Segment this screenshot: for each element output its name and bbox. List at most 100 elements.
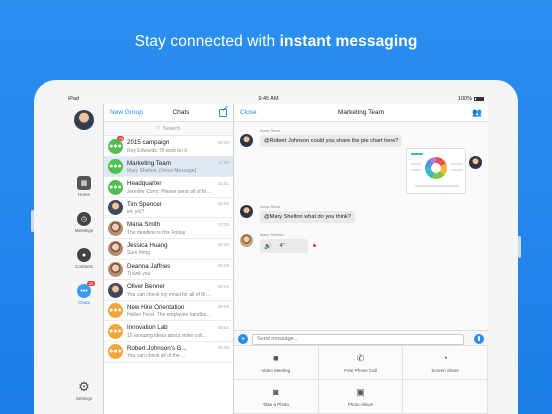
chat-row[interactable]: ●●● Robert Johnson's G... You can check al…	[104, 342, 233, 363]
conversation-title: Marketing Team	[337, 109, 385, 116]
action-screen-share[interactable]: ◔ Screen Share	[403, 346, 488, 380]
chat-preview: lol, y/n?	[127, 209, 145, 216]
message-sender: Anna Shea	[260, 204, 280, 209]
chat-name: Innovation Lab	[127, 324, 168, 332]
voice-duration: 4"	[279, 243, 285, 249]
chat-preview: Roy Edwards: I'll work on it	[127, 147, 187, 154]
headline: Stay connected with instant messaging	[0, 33, 552, 51]
search-placeholder: Search	[162, 125, 181, 132]
own-avatar	[469, 156, 482, 169]
message-bubble: @Robert Johnson could you share the pie …	[260, 135, 403, 147]
chat-name: Oliver Benner	[127, 283, 165, 291]
sender-avatar	[240, 134, 253, 147]
chat-row[interactable]: Maria Smith The deadline is this Friday 13…	[104, 218, 233, 239]
chat-row[interactable]: ●●● Headquarter Jennifer Curry: Please sen…	[104, 177, 233, 198]
chat-name: 2015 campaign	[127, 139, 170, 146]
sender-avatar	[240, 205, 253, 218]
rail-item-label: Settings	[75, 396, 93, 401]
group-avatar: ●●●	[108, 303, 123, 319]
chat-time: 16:01	[217, 180, 229, 186]
chat-preview: You can check all of the ...	[127, 353, 186, 360]
compose-icon[interactable]	[218, 108, 227, 117]
chat-preview: Hellen Frost: The employee handbook ...	[127, 312, 212, 319]
action-label: Video Meeting	[261, 367, 291, 373]
action-label: Free Phone Call	[344, 367, 377, 373]
chat-row[interactable]: Deanna Jaffries Thank you 09:25	[104, 260, 233, 281]
rail-item-label: Chats	[78, 300, 90, 305]
action-label: Take a Photo	[262, 401, 289, 407]
chat-preview: 10 amazing ideas about video coll...	[127, 332, 207, 339]
shared-chart-image[interactable]	[406, 148, 466, 194]
chat-preview: You can check my email for all of the ..…	[127, 291, 212, 298]
photo-album-icon: ▣	[356, 386, 365, 397]
chat-name: Jessica Huang	[127, 241, 168, 249]
group-members-icon[interactable]: 👥	[472, 108, 482, 117]
message-area: Anna Shea @Robert Johnson could you shar…	[234, 122, 488, 330]
unread-badge: 25	[117, 136, 125, 141]
headline-bold: instant messaging	[279, 33, 418, 50]
group-avatar: ●●●	[108, 179, 123, 195]
chat-row[interactable]: ●●● New Hire Orientation Hellen Frost: The…	[104, 301, 233, 322]
contact-avatar	[108, 282, 123, 298]
message-sender: Anna Shea	[260, 128, 280, 133]
action-photo-album[interactable]: ▣ Photo Album	[318, 380, 404, 414]
chat-name: Tim Spencer	[127, 200, 162, 208]
microphone-button[interactable]	[474, 334, 484, 344]
image-line	[451, 169, 463, 171]
composer-bar: +	[234, 330, 488, 346]
action-video-camera[interactable]: ■ Video Meeting	[234, 346, 319, 380]
rail-item-meetings[interactable]: ◷ Meetings	[64, 212, 104, 233]
chat-preview: The deadline is this Friday	[127, 229, 186, 236]
profile-avatar[interactable]	[74, 110, 94, 130]
chat-name: Deanna Jaffries	[127, 262, 171, 270]
rail-item-contacts[interactable]: ● Contacts	[64, 248, 104, 269]
new-group-button[interactable]: New Group	[110, 109, 143, 116]
message-bubble: @Mary Shelton what do you think?	[260, 211, 355, 223]
group-icon: ●●●	[109, 163, 122, 171]
chat-time: 17:50	[217, 160, 229, 166]
action-grid: ■ Video Meeting ✆ Free Phone Call ◔ Screen Sh…	[234, 346, 488, 414]
rail-item-settings[interactable]: ⚙ Settings	[64, 379, 104, 401]
voice-message[interactable]: 🔊 4"	[260, 239, 308, 253]
image-line	[411, 153, 423, 155]
conversation-header: Close Marketing Team 👥	[234, 104, 488, 122]
rail-item-home[interactable]: ▦ Home	[64, 176, 104, 197]
battery-status: 100%	[458, 96, 484, 102]
image-line	[415, 185, 459, 187]
chats-header: New Group Chats	[104, 104, 233, 122]
chats-title: Chats	[172, 109, 190, 116]
chat-row[interactable]: ●●● Innovation Lab 10 amazing ideas about …	[104, 321, 233, 342]
chat-time: 09:01	[217, 283, 229, 289]
rail-item-chats[interactable]: ••• 25 Chats	[64, 281, 104, 305]
contact-avatar	[108, 220, 123, 236]
chat-row[interactable]: Oliver Benner You can check my email for …	[104, 280, 233, 301]
chat-row[interactable]: ●●● Marketing Team Mary Shelton: [Voice Me…	[104, 156, 233, 178]
message-input[interactable]	[252, 333, 464, 345]
phone-icon: ✆	[356, 352, 365, 363]
search-icon: ⌕	[156, 125, 160, 131]
volume-button	[31, 210, 34, 232]
chat-time: 13:30	[217, 221, 229, 227]
image-line	[451, 163, 463, 165]
side-button	[518, 236, 521, 258]
action-camera[interactable]: ◙ Take a Photo	[234, 380, 319, 414]
chats-badge: 25	[86, 281, 95, 286]
action-phone[interactable]: ✆ Free Phone Call	[318, 346, 404, 380]
chat-time: 08:59	[217, 304, 229, 310]
chat-name: Robert Johnson's G...	[127, 344, 187, 352]
chat-time: 08:30	[217, 345, 229, 351]
chat-row[interactable]: Tim Spencer lol, y/n? 15:50	[104, 198, 233, 219]
chat-row[interactable]: ●●● 25 2015 campaign Roy Edwards: I'll work…	[104, 136, 233, 157]
message-sender: Mary Shelton	[260, 232, 284, 237]
rail-item-label: Contacts	[75, 264, 93, 269]
add-attachment-button[interactable]: +	[238, 334, 248, 344]
group-avatar: ●●●	[108, 159, 123, 175]
video-camera-icon: ■	[273, 352, 279, 363]
speaker-icon: 🔊	[264, 243, 272, 250]
chat-preview: Thank you	[127, 271, 151, 278]
search-bar[interactable]: ⌕ Search	[104, 122, 233, 136]
chat-icon: ••• 25	[77, 281, 95, 298]
close-button[interactable]: Close	[240, 109, 257, 116]
home-icon: ▦	[77, 176, 91, 190]
chat-row[interactable]: Jessica Huang Sure thing 10:20	[104, 239, 233, 260]
